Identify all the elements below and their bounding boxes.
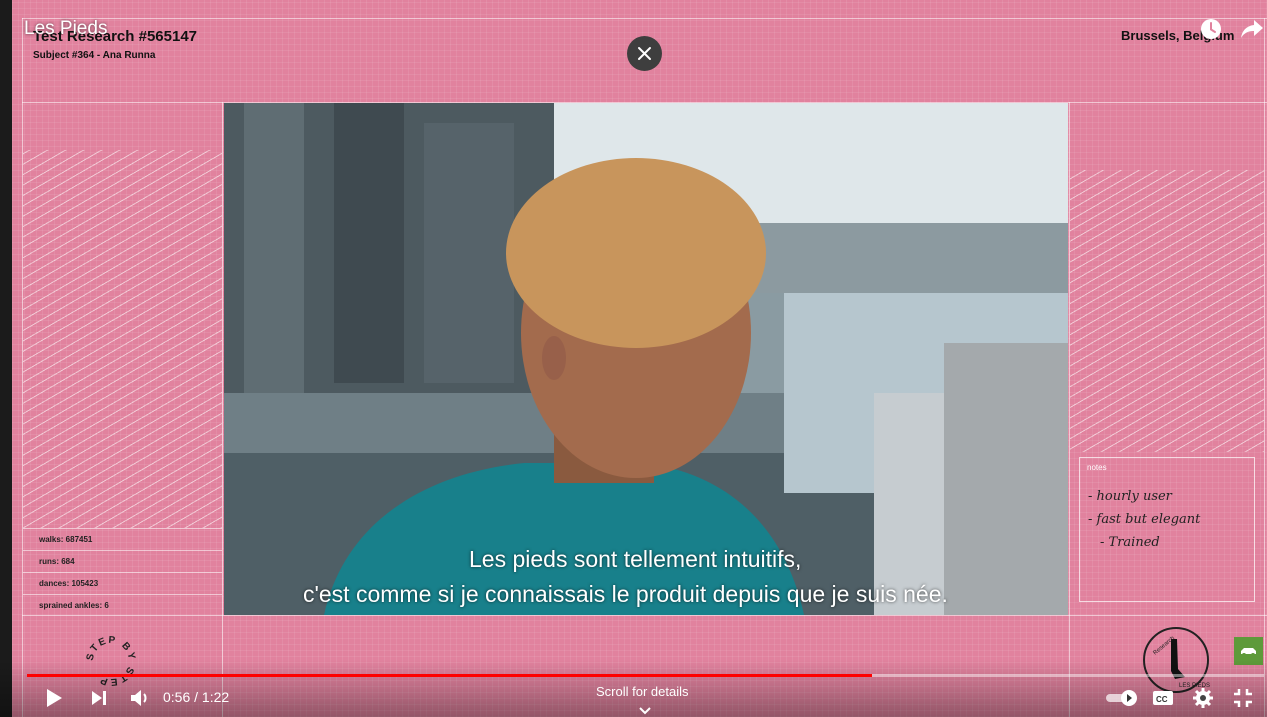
notes-label: notes: [1087, 463, 1107, 472]
stat-runs: runs: 684: [39, 557, 75, 566]
stat-sprained-ankles: sprained ankles: 6: [39, 601, 109, 610]
svg-text:CC: CC: [1156, 695, 1168, 704]
play-icon: [47, 689, 62, 707]
volume-icon: [131, 690, 147, 706]
frame-line: [222, 102, 223, 717]
note-item: - fast but elegant: [1088, 512, 1201, 527]
hatch-pattern-right: [1070, 170, 1264, 452]
exit-fullscreen-icon: [1234, 689, 1252, 707]
close-button[interactable]: [627, 36, 662, 71]
autoplay-toggle[interactable]: [1105, 689, 1139, 707]
video-scene: [224, 103, 1068, 615]
volume-button[interactable]: [128, 687, 152, 709]
next-button[interactable]: [88, 687, 110, 709]
stats-divider: [23, 594, 222, 595]
video-frame[interactable]: Les pieds sont tellement intuitifs, c'es…: [224, 103, 1068, 615]
frame-line: [22, 18, 1267, 19]
stat-dances: dances: 105423: [39, 579, 99, 588]
note-item: - Trained: [1100, 535, 1160, 550]
clock-icon[interactable]: [1200, 18, 1222, 40]
exit-fullscreen-button[interactable]: [1232, 687, 1254, 709]
left-edge: [0, 0, 12, 717]
video-title[interactable]: Les Pieds: [24, 18, 107, 40]
progress-bar[interactable]: [27, 674, 1264, 677]
notes-box: notes - hourly user - fast but elegant -…: [1079, 457, 1255, 602]
frame-line: [1264, 18, 1265, 717]
progress-played: [27, 674, 872, 677]
close-icon: [638, 47, 651, 60]
play-button[interactable]: [42, 686, 66, 710]
stat-walks: walks: 687451: [39, 535, 93, 544]
stats-divider: [23, 572, 222, 573]
frame-line: [22, 615, 1267, 616]
subject-label: Subject #364 - Ana Runna: [33, 50, 156, 61]
next-icon: [92, 691, 106, 705]
settings-button[interactable]: [1192, 687, 1214, 709]
chevron-down-icon[interactable]: [638, 703, 652, 715]
note-item: - hourly user: [1088, 489, 1172, 504]
video-player[interactable]: Test Research #565147 Subject #364 - Ana…: [0, 0, 1267, 717]
gear-icon: [1193, 688, 1213, 708]
hatch-pattern-left: [23, 150, 222, 528]
time-display: 0:56 / 1:22: [163, 689, 230, 705]
autoplay-toggle-icon: [1106, 690, 1137, 706]
scroll-hint[interactable]: Scroll for details: [596, 684, 688, 699]
stats-divider: [23, 528, 222, 529]
subtitle-line-2: c'est comme si je connaissais le produit…: [303, 581, 948, 607]
stats-divider: [23, 550, 222, 551]
share-icon[interactable]: [1240, 18, 1264, 40]
cc-icon: CC: [1153, 691, 1173, 705]
subtitle-line-1: Les pieds sont tellement intuitifs,: [469, 546, 802, 572]
captions-button[interactable]: CC: [1152, 689, 1174, 707]
